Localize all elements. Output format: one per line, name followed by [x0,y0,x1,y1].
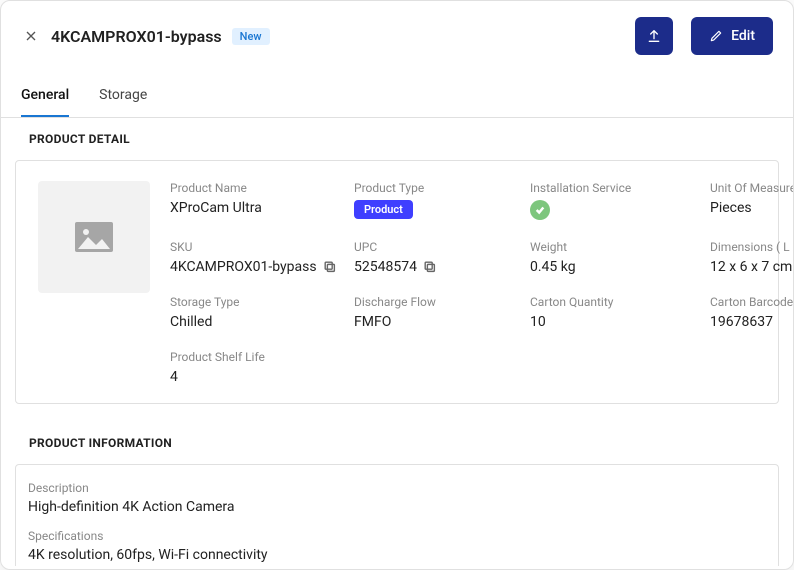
copy-icon [323,260,337,274]
field-label: Storage Type [170,295,344,309]
page-container: 4KCAMPROX01-bypass New Edit General Stor… [0,0,794,570]
field-label: Description [28,481,766,495]
product-detail-grid: Product Name XProCam Ultra Product Type … [170,181,756,385]
product-info-section: PRODUCT INFORMATION Description High-def… [1,422,793,566]
field-label: Installation Service [530,181,700,195]
field-value: 0.45 kg [530,259,700,275]
field-value: Product [354,200,520,219]
new-badge: New [232,28,270,45]
field-carton-qty: Carton Quantity 10 [530,295,700,330]
field-label: Carton Quantity [530,295,700,309]
field-label: UPC [354,240,520,254]
field-label: Product Shelf Life [170,350,344,364]
copy-upc-button[interactable] [423,260,437,274]
field-description: Description High-definition 4K Action Ca… [28,481,766,515]
tabs-row: General Storage [1,75,793,118]
product-type-badge: Product [354,200,413,219]
field-value: 52548574 [354,259,520,275]
field-shelf-life: Product Shelf Life 4 [170,350,344,385]
page-header: 4KCAMPROX01-bypass New Edit [1,1,793,67]
field-storage-type: Storage Type Chilled [170,295,344,330]
field-label: Discharge Flow [354,295,520,309]
field-label: Dimensions ( L x W x H ) [710,240,793,254]
edit-button[interactable]: Edit [691,17,773,55]
field-sku: SKU 4KCAMPROX01-bypass [170,240,344,275]
sku-value: 4KCAMPROX01-bypass [170,259,317,275]
field-value: 19678637 [710,314,793,330]
field-value: 12 x 6 x 7 cm [710,259,793,275]
field-value: Chilled [170,314,344,330]
field-value: 4KCAMPROX01-bypass [170,259,344,275]
upload-button[interactable] [635,17,673,55]
field-label: Product Name [170,181,344,195]
pencil-icon [709,29,723,43]
product-image-placeholder[interactable] [38,181,150,293]
tab-general[interactable]: General [21,75,69,117]
product-detail-title: PRODUCT DETAIL [1,118,793,160]
field-dimensions: Dimensions ( L x W x H ) 12 x 6 x 7 cm [710,240,793,275]
upc-value: 52548574 [354,259,417,275]
field-specifications: Specifications 4K resolution, 60fps, Wi-… [28,529,766,563]
upload-icon [646,28,662,44]
copy-icon [423,260,437,274]
field-label: Specifications [28,529,766,543]
check-circle-icon [530,200,550,220]
field-product-name: Product Name XProCam Ultra [170,181,344,220]
field-upc: UPC 52548574 [354,240,520,275]
product-detail-card: Product Name XProCam Ultra Product Type … [15,160,779,404]
close-icon [23,28,39,44]
close-button[interactable] [21,26,41,46]
field-product-type: Product Type Product [354,181,520,220]
product-info-body: Description High-definition 4K Action Ca… [15,464,779,566]
field-installation-service: Installation Service [530,181,700,220]
field-value [530,200,700,220]
field-uom: Unit Of Measure (UOM) Pieces [710,181,793,220]
field-value: High-definition 4K Action Camera [28,499,766,515]
field-label: Unit Of Measure (UOM) [710,181,793,195]
image-placeholder-icon [74,221,114,253]
field-value: Pieces [710,200,793,216]
field-value: 10 [530,314,700,330]
field-value: FMFO [354,314,520,330]
field-label: SKU [170,240,344,254]
field-value: XProCam Ultra [170,200,344,216]
field-value: 4 [170,369,344,385]
field-weight: Weight 0.45 kg [530,240,700,275]
tab-storage[interactable]: Storage [99,75,147,117]
copy-sku-button[interactable] [323,260,337,274]
field-value: 4K resolution, 60fps, Wi-Fi connectivity [28,547,766,563]
field-label: Carton Barcode [710,295,793,309]
field-discharge-flow: Discharge Flow FMFO [354,295,520,330]
product-info-title: PRODUCT INFORMATION [1,422,793,464]
field-label: Weight [530,240,700,254]
page-title: 4KCAMPROX01-bypass [51,27,222,46]
content-scroll[interactable]: PRODUCT DETAIL Product Name XProCam Ultr… [1,118,793,566]
field-carton-barcode: Carton Barcode 19678637 [710,295,793,330]
field-label: Product Type [354,181,520,195]
edit-button-label: Edit [731,28,755,44]
